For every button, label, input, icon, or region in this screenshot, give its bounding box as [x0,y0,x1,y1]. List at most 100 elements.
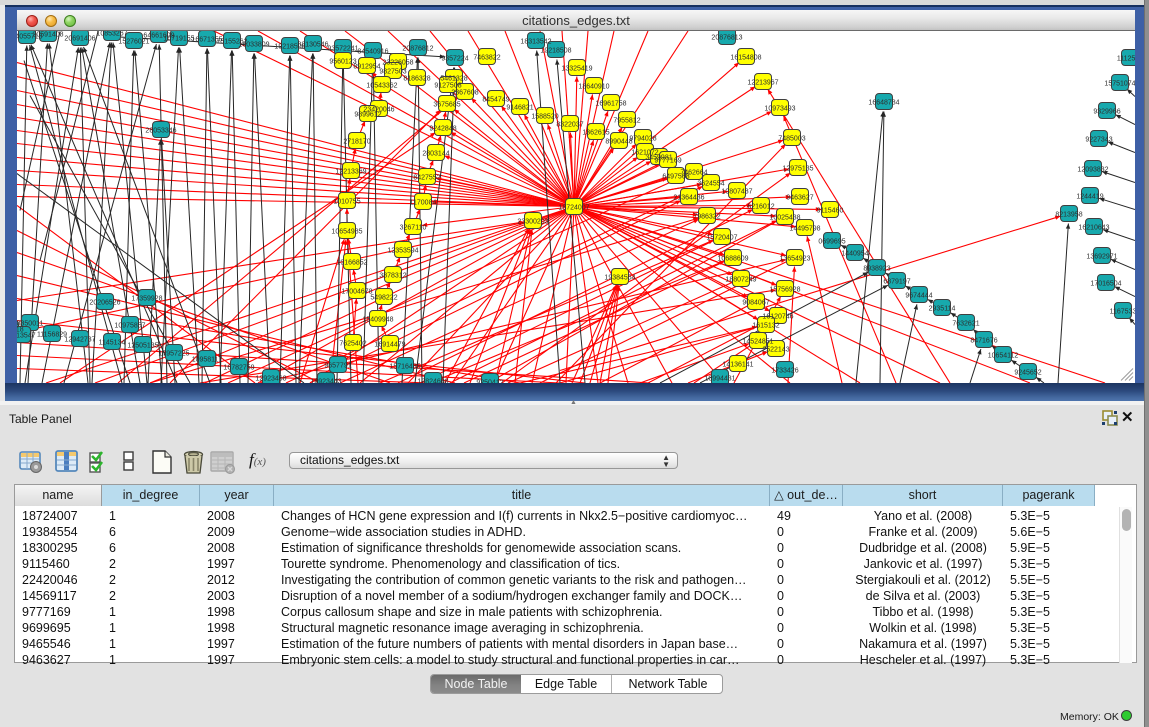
svg-text:9357224: 9357224 [441,55,468,62]
svg-text:8186328: 8186328 [403,75,430,82]
svg-text:16120746: 16120746 [762,313,793,320]
svg-text:16961758: 16961758 [595,100,626,107]
svg-text:16648784: 16648784 [868,99,899,106]
svg-text:15756928: 15756928 [769,286,800,293]
svg-text:10973493: 10973493 [764,105,795,112]
svg-text:12975135: 12975135 [782,165,813,172]
svg-text:13654923: 13654923 [779,255,810,262]
svg-text:9674444: 9674444 [905,292,932,299]
svg-text:2803144: 2803144 [422,150,449,157]
svg-text:3624554: 3624554 [697,180,724,187]
svg-text:1588520: 1588520 [531,113,558,120]
svg-text:18640910: 18640910 [578,83,609,90]
svg-text:15720407: 15720407 [706,234,737,241]
svg-text:9146821: 9146821 [506,104,533,111]
svg-text:93572241: 93572241 [327,45,358,52]
svg-text:7463822: 7463822 [473,54,500,61]
svg-text:20876813: 20876813 [711,34,742,41]
svg-text:18807249: 18807249 [725,276,756,283]
svg-text:21364436: 21364436 [673,194,704,201]
svg-text:14136141: 14136141 [722,361,753,368]
svg-text:2367608: 2367608 [451,89,478,96]
svg-text:19384554: 19384554 [604,274,635,281]
svg-text:7462664: 7462664 [680,169,707,176]
svg-text:1167533: 1167533 [1110,308,1135,315]
svg-text:1733426: 1733426 [771,367,798,374]
svg-text:12923468: 12923468 [255,375,286,382]
svg-text:13692971: 13692971 [1086,253,1117,260]
svg-text:18313542: 18313542 [520,38,551,45]
svg-text:9463627: 9463627 [786,194,813,201]
svg-text:1010755: 1010755 [333,198,360,205]
svg-text:9913547: 9913547 [17,332,36,339]
svg-text:12093832: 12093832 [1077,166,1108,173]
svg-text:10853267: 10853267 [96,31,127,37]
svg-text:88130546: 88130546 [297,41,328,48]
svg-text:9227343: 9227343 [1085,136,1112,143]
svg-text:9115460: 9115460 [817,207,844,214]
svg-text:20206526: 20206526 [89,299,120,306]
svg-text:15751074: 15751074 [1104,80,1135,87]
svg-text:15716485: 15716485 [389,363,420,370]
svg-text:8350011: 8350011 [17,320,43,327]
svg-text:9899612: 9899612 [354,111,381,118]
svg-text:6879197: 6879197 [883,278,910,285]
svg-text:10688609: 10688609 [717,255,748,262]
svg-text:2718170: 2718170 [343,138,370,145]
svg-text:7625402: 7625402 [339,340,366,347]
svg-text:17957225: 17957225 [158,350,189,357]
svg-text:1244419: 1244419 [1076,193,1103,200]
svg-text:12213369: 12213369 [335,168,366,175]
svg-text:1145134: 1145134 [99,339,126,346]
svg-text:2522143: 2522143 [762,346,789,353]
svg-text:1170084: 1170084 [410,199,437,206]
svg-text:8322037: 8322037 [556,121,583,128]
svg-text:5498222: 5498222 [370,294,397,301]
svg-text:17004678: 17004678 [341,288,372,295]
svg-text:20691406: 20691406 [64,35,95,42]
svg-text:11156829: 11156829 [37,331,67,338]
svg-text:12213967: 12213967 [747,79,778,86]
svg-text:16154808: 16154808 [730,54,761,61]
svg-text:8938923: 8938923 [863,265,890,272]
svg-text:0699695: 0699695 [818,238,845,245]
svg-text:10958117: 10958117 [192,356,223,363]
svg-text:19218508: 19218508 [540,47,571,54]
svg-text:14524851: 14524851 [742,338,773,345]
svg-text:9794028: 9794028 [629,135,656,142]
svg-text:16210643: 16210643 [1078,224,1109,231]
svg-text:5461328: 5461328 [440,75,467,82]
svg-text:10543362: 10543362 [366,82,397,89]
svg-text:20591408: 20591408 [32,31,63,38]
svg-text:10807487: 10807487 [721,188,752,195]
svg-text:10025438: 10025438 [769,214,800,221]
svg-text:16914479: 16914479 [374,341,405,348]
svg-text:3675685: 3675685 [433,101,460,108]
svg-text:19166852: 19166852 [336,259,367,266]
svg-text:12505135: 12505135 [127,342,158,349]
svg-text:18724007: 18724007 [558,204,589,211]
svg-text:7485003: 7485003 [778,135,805,142]
svg-text:17359928: 17359928 [131,295,162,302]
svg-text:9245652: 9245652 [1014,369,1041,376]
svg-text:16033809: 16033809 [238,41,269,48]
svg-text:17016504: 17016504 [1090,280,1121,287]
svg-text:9657791: 9657791 [324,362,351,369]
svg-text:84540916: 84540916 [357,48,388,55]
svg-text:1615132: 1615132 [752,322,779,329]
svg-text:9242848: 9242848 [429,125,456,132]
svg-text:6216012: 6216012 [747,203,774,210]
svg-text:15276021: 15276021 [118,38,149,45]
svg-text:10654985: 10654985 [331,228,362,235]
svg-text:9777169: 9777169 [654,157,681,164]
svg-text:3267110: 3267110 [400,224,427,231]
svg-text:8427552: 8427552 [413,174,440,181]
svg-text:9127508: 9127508 [434,82,461,89]
svg-text:9329966: 9329966 [1093,108,1120,115]
svg-text:8471676: 8471676 [970,337,997,344]
svg-text:7632621: 7632621 [952,320,979,327]
svg-text:7955812: 7955812 [613,117,640,124]
svg-text:9084067: 9084067 [742,299,769,306]
svg-text:23300203: 23300203 [517,218,548,225]
svg-text:1112543: 1112543 [1117,55,1135,62]
